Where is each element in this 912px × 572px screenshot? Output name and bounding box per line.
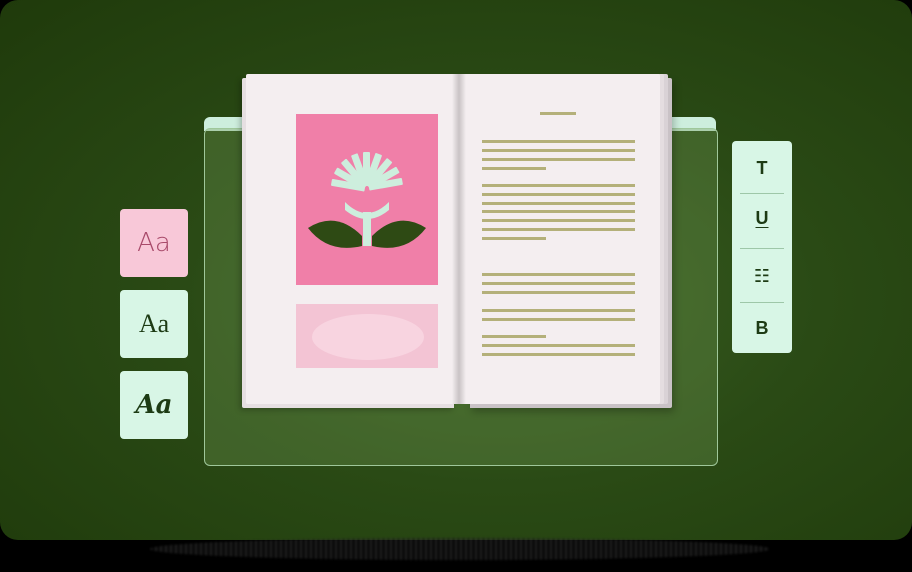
font-option-sans[interactable]: Aa [120,209,188,277]
title-button[interactable]: T [740,143,784,193]
text-line [482,353,635,356]
text-line [482,335,546,338]
text-line [482,309,635,312]
list-icon: ☷ [753,265,771,287]
text-line [482,202,635,205]
open-book [240,72,676,410]
book-gutter [452,74,466,404]
text-line [482,318,635,321]
book-illustration [296,114,438,285]
text-line [482,158,635,161]
text-line [482,273,635,276]
image-placeholder [296,304,438,368]
page-heading-line [540,112,576,115]
bold-tool-label: B [755,317,769,338]
underline-tool-label: U [755,207,769,228]
text-line [482,237,546,240]
font-option-script[interactable]: Aa [120,371,188,439]
title-tool-label: T [756,157,768,178]
font-option-label: Aa [138,309,170,338]
card-shadow [150,538,770,560]
placeholder-blob [312,314,424,360]
text-line [482,184,635,187]
text-line [482,219,635,222]
toolbar-divider [740,248,784,249]
flower-icon [308,152,426,248]
hero-card: Aa Aa Aa T U ☷ B [0,0,912,540]
list-button[interactable]: ☷ [740,251,784,301]
text-line [482,228,635,231]
text-line [482,210,635,213]
text-line [482,140,635,143]
text-line [482,291,635,294]
underline-button[interactable]: U [740,193,784,243]
bold-button[interactable]: B [740,303,784,353]
font-option-label: Aa [137,228,171,258]
text-line [482,282,635,285]
text-line [482,149,635,152]
text-line [482,167,546,170]
font-option-serif[interactable]: Aa [120,290,188,358]
text-line [482,344,635,347]
format-toolbar: T U ☷ B [732,141,792,353]
text-line [482,193,635,196]
left-page [246,74,458,404]
font-option-label: Aa [135,390,173,420]
